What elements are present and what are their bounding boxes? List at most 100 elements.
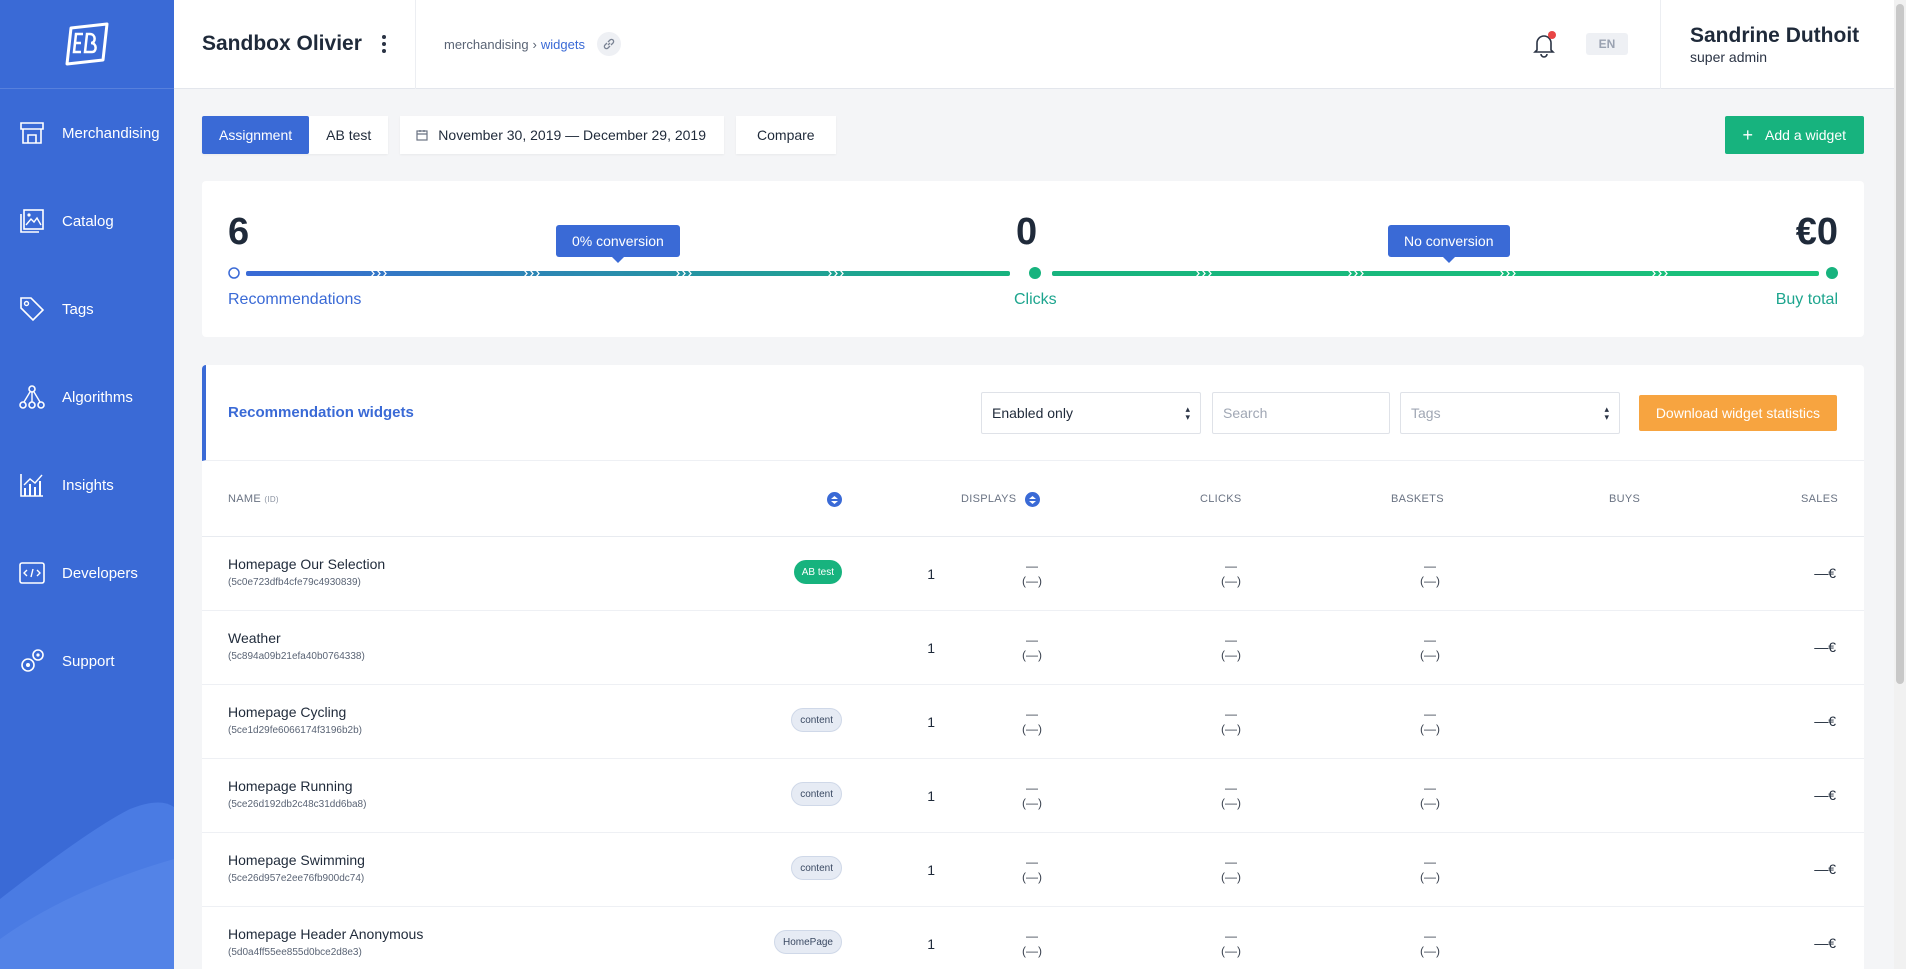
widget-name[interactable]: Homepage Our Selection	[228, 556, 385, 572]
sales-value: —€	[1814, 565, 1836, 581]
buys-sub: (—)	[1420, 944, 1440, 958]
add-widget-button[interactable]: + Add a widget	[1724, 116, 1864, 154]
table-row[interactable]: Homepage Swimming (5ce26d957e2ee76fb900d…	[202, 833, 1864, 907]
buys-cell: — (—)	[1410, 559, 1450, 589]
column-name[interactable]: Name (ID)	[228, 493, 279, 505]
clicks-label: Clicks	[1014, 291, 1057, 308]
widget-id: (5ce1d29fe6066174f3196b2b)	[228, 725, 363, 736]
column-name-sub: (ID)	[264, 495, 279, 504]
conversion-funnel: 6 0 €0 0% conversion No conversion Recom…	[202, 181, 1864, 337]
table-row[interactable]: Homepage Cycling (5ce1d29fe6066174f3196b…	[202, 685, 1864, 759]
sidebar-item-support[interactable]: Support	[0, 617, 174, 705]
user-menu[interactable]: Sandrine Duthoit super admin	[1660, 0, 1894, 89]
baskets-cell: — (—)	[1211, 633, 1251, 663]
sidebar-item-label: Tags	[62, 300, 94, 318]
baskets-value: —	[1225, 929, 1237, 943]
sidebar-item-algorithms[interactable]: Algorithms	[0, 353, 174, 441]
language-selector[interactable]: EN	[1586, 33, 1628, 55]
column-displays[interactable]: Displays	[961, 493, 1016, 505]
date-range-picker[interactable]: November 30, 2019 — December 29, 2019	[400, 116, 725, 154]
search-placeholder: Search	[1223, 405, 1268, 421]
table-row[interactable]: Homepage Header Anonymous (5d0a4ff55ee85…	[202, 907, 1864, 969]
column-sales[interactable]: Sales	[1801, 493, 1838, 505]
widget-name[interactable]: Homepage Swimming	[228, 852, 365, 868]
buys-value: —	[1424, 855, 1436, 869]
sidebar-item-tags[interactable]: Tags	[0, 265, 174, 353]
widget-name[interactable]: Homepage Running	[228, 778, 353, 794]
buys-cell: — (—)	[1410, 633, 1450, 663]
calendar-icon	[416, 129, 428, 141]
date-range-value: November 30, 2019 — December 29, 2019	[438, 127, 707, 143]
column-buys[interactable]: Buys	[1609, 493, 1640, 505]
baskets-sub: (—)	[1221, 648, 1241, 662]
table-row[interactable]: Homepage Our Selection (5c0e723dfb4cfe79…	[202, 537, 1864, 611]
widget-name[interactable]: Weather	[228, 630, 281, 646]
baskets-value: —	[1225, 781, 1237, 795]
buys-cell: — (—)	[1410, 781, 1450, 811]
topbar-right: EN Sandrine Duthoit super admin	[1530, 0, 1894, 89]
search-input[interactable]: Search	[1212, 392, 1390, 434]
scrollbar-thumb[interactable]	[1896, 4, 1904, 684]
tag-icon	[18, 295, 46, 323]
page-title: Sandbox Olivier	[202, 32, 362, 55]
compare-button[interactable]: Compare	[736, 116, 836, 154]
sort-tag-icon[interactable]	[827, 492, 842, 507]
column-baskets[interactable]: Baskets	[1391, 493, 1444, 505]
sidebar-item-developers[interactable]: Developers	[0, 529, 174, 617]
breadcrumb-parent[interactable]: merchandising	[444, 37, 529, 52]
breadcrumb: merchandising › widgets	[416, 32, 621, 56]
add-widget-label: Add a widget	[1765, 127, 1846, 143]
buys-sub: (—)	[1420, 796, 1440, 810]
page-scrollbar[interactable]	[1894, 0, 1906, 969]
clicks-sub: (—)	[1022, 796, 1042, 810]
widget-id: (5c0e723dfb4cfe79c4930839)	[228, 577, 361, 588]
project-header: Sandbox Olivier	[174, 0, 416, 89]
recommendations-value: 6	[228, 211, 250, 253]
clicks-sub: (—)	[1022, 648, 1042, 662]
clicks-value: —	[1026, 781, 1038, 795]
buys-value: —	[1424, 929, 1436, 943]
bell-icon[interactable]	[1530, 30, 1558, 58]
table-row[interactable]: Homepage Running (5ce26d192db2c48c31dd6b…	[202, 759, 1864, 833]
buys-sub: (—)	[1420, 574, 1440, 588]
recommendations-label: Recommendations	[228, 291, 362, 308]
buys-value: —	[1424, 781, 1436, 795]
sales-value: —€	[1814, 713, 1836, 729]
download-statistics-button[interactable]: Download widget statistics	[1638, 395, 1837, 431]
buys-cell: — (—)	[1410, 929, 1450, 959]
widget-name[interactable]: Homepage Cycling	[228, 704, 346, 720]
abtest-tab[interactable]: AB test	[309, 116, 389, 154]
conversion-badge-1: 0% conversion	[556, 225, 680, 263]
assignment-tab[interactable]: Assignment	[202, 116, 310, 154]
sort-displays-icon[interactable]	[1025, 492, 1040, 507]
baskets-sub: (—)	[1221, 870, 1241, 884]
sidebar-item-label: Developers	[62, 564, 138, 582]
sidebar-item-merchandising[interactable]: Merchandising	[0, 89, 174, 177]
clicks-cell: — (—)	[1012, 559, 1052, 589]
sidebar-item-catalog[interactable]: Catalog	[0, 177, 174, 265]
more-options-icon[interactable]	[374, 32, 394, 56]
logo-icon	[65, 22, 109, 66]
link-icon[interactable]	[596, 32, 621, 56]
sidebar-nav: Merchandising Catalog Tags Algorithms In…	[0, 89, 174, 705]
clicks-value: —	[1026, 855, 1038, 869]
baskets-sub: (—)	[1221, 574, 1241, 588]
buy-total-label: Buy total	[1775, 291, 1838, 308]
table-row[interactable]: Weather (5c894a09b21efa40b0764338) 1 — (—…	[202, 611, 1864, 685]
controls-bar: Assignment AB test November 30, 2019 — D…	[202, 116, 1864, 154]
status-filter-select[interactable]: Enabled only ▴ ▾	[981, 392, 1201, 434]
tags-filter-select[interactable]: Tags ▴ ▾	[1400, 392, 1620, 434]
displays-value: 1	[927, 566, 935, 582]
buys-value: —	[1424, 633, 1436, 647]
clicks-sub: (—)	[1022, 722, 1042, 736]
widget-name[interactable]: Homepage Header Anonymous	[228, 926, 423, 942]
brand-logo[interactable]	[0, 0, 174, 89]
column-clicks[interactable]: Clicks	[1200, 493, 1242, 505]
clicks-cell: — (—)	[1012, 707, 1052, 737]
select-arrows-icon: ▴ ▾	[1604, 404, 1609, 422]
store-icon	[18, 119, 46, 147]
select-arrows-icon: ▴ ▾	[1185, 404, 1190, 422]
notification-dot	[1548, 31, 1556, 39]
baskets-cell: — (—)	[1211, 929, 1251, 959]
sidebar-item-insights[interactable]: Insights	[0, 441, 174, 529]
